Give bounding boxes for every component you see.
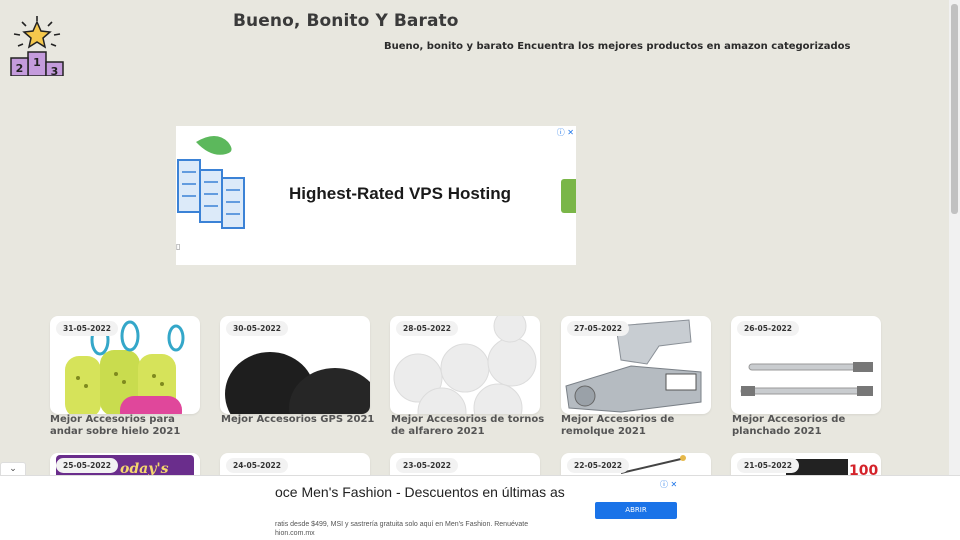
post-card[interactable]: 28-05-2022 — [390, 316, 540, 414]
post-card[interactable]: 27-05-2022 — [561, 316, 711, 414]
post-title[interactable]: Mejor Accesorios GPS 2021 — [221, 414, 376, 426]
ad-choices-icon[interactable]: ⓘ ✕ — [557, 127, 574, 138]
bottom-anchor-ad[interactable]: oce Men's Fashion - Descuentos en última… — [0, 475, 960, 540]
post-date: 27-05-2022 — [567, 321, 629, 336]
podium-star-icon[interactable]: 1 2 3 — [8, 14, 68, 76]
top-ad-banner[interactable]: Highest-Rated VPS Hosting ⓘ ✕ ▯ — [176, 126, 576, 265]
top-ad-headline[interactable]: Highest-Rated VPS Hosting — [289, 184, 511, 204]
post-title[interactable]: Mejor Accesorios de tornos de alfarero 2… — [391, 414, 546, 438]
post-date: 26-05-2022 — [737, 321, 799, 336]
bottom-ad-headline[interactable]: oce Men's Fashion - Descuentos en última… — [275, 483, 575, 501]
post-date: 28-05-2022 — [396, 321, 458, 336]
post-date: 30-05-2022 — [226, 321, 288, 336]
post-date: 21-05-2022 — [737, 458, 799, 473]
ad-choices-icon[interactable]: ⓘ ✕ — [660, 479, 677, 490]
post-card[interactable]: 26-05-2022 — [731, 316, 881, 414]
post-date: 22-05-2022 — [567, 458, 629, 473]
post-title[interactable]: Mejor Accesorios de remolque 2021 — [561, 414, 716, 438]
post-card[interactable]: 31-05-2022 — [50, 316, 200, 414]
ad-marker: ▯ — [176, 242, 181, 251]
post-date: 24-05-2022 — [226, 458, 288, 473]
svg-text:1: 1 — [33, 56, 41, 69]
post-date: 23-05-2022 — [396, 458, 458, 473]
server-illustration-icon — [177, 136, 245, 229]
post-title[interactable]: Mejor Accesorios para andar sobre hielo … — [50, 414, 205, 438]
site-tagline: Bueno, bonito y barato Encuentra los mej… — [384, 41, 851, 52]
scrollbar-thumb[interactable] — [951, 4, 958, 214]
post-card[interactable]: 30-05-2022 — [220, 316, 370, 414]
post-date: 31-05-2022 — [56, 321, 118, 336]
site-title[interactable]: Bueno, Bonito Y Barato — [233, 11, 459, 31]
post-date: 25-05-2022 — [56, 458, 118, 473]
top-ad-cta-button[interactable] — [561, 179, 576, 213]
chevron-down-icon[interactable]: ⌄ — [0, 462, 26, 476]
post-title[interactable]: Mejor Accesorios de planchado 2021 — [732, 414, 887, 438]
bottom-ad-subtext: ratis desde $499, MSI y sastrería gratui… — [275, 521, 529, 537]
svg-text:3: 3 — [51, 65, 59, 76]
page-scrollbar[interactable] — [949, 0, 960, 540]
svg-text:2: 2 — [16, 62, 24, 75]
open-ad-button[interactable]: ABRIR — [595, 502, 677, 519]
